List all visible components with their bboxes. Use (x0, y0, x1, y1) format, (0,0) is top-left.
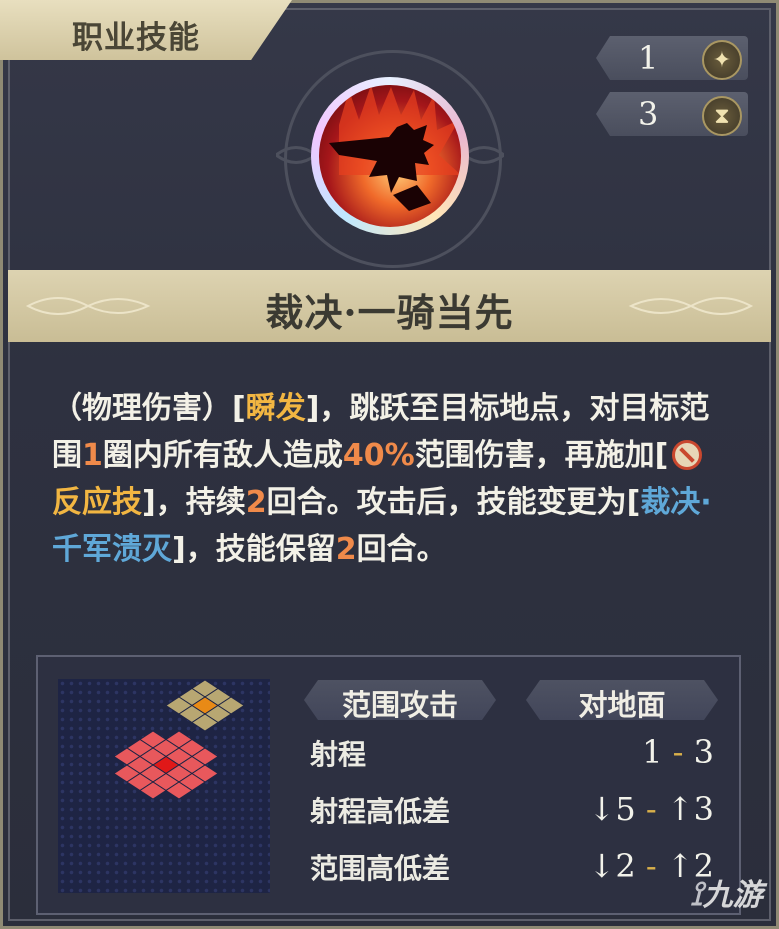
cooldown-value: 3 (638, 95, 659, 133)
skill-description: （物理伤害）[瞬发]，跳跃至目标地点，对目标范围1圈内所有敌人造成40%范围伤害… (52, 391, 712, 567)
tab-title: 职业技能 (72, 20, 200, 56)
skill-name-banner: 裁决·一骑当先 (8, 270, 771, 342)
row-range-height-label: 射程高低差 (310, 795, 451, 828)
skill-emblem[interactable] (311, 77, 469, 235)
cost-value: 1 (638, 39, 659, 77)
forbidden-icon (672, 440, 703, 470)
hourglass-icon: ⧗ (702, 96, 742, 136)
sparkle-icon: ✦ (702, 40, 742, 80)
tag-ground: 对地面 (526, 680, 718, 720)
row-range-label: 射程 (310, 738, 367, 771)
skill-name: 裁决·一骑当先 (265, 290, 514, 335)
row-area-height-label: 范围高低差 (310, 852, 451, 885)
keyword-reaction: 反应技 (52, 485, 142, 520)
row-range-value: 1 - 3 (642, 733, 714, 771)
cooldown-pill: 3 ⧗ (596, 92, 748, 136)
tag-area-attack: 范围攻击 (304, 680, 496, 720)
area-preview (58, 679, 270, 893)
knight-charge-icon (329, 85, 461, 211)
cost-pill: 1 ✦ (596, 36, 748, 80)
watermark-logo: ⟟九游 (690, 874, 763, 914)
keyword-instant: 瞬发 (245, 391, 306, 426)
row-range-height-value: ↓5 - ↑3 (588, 790, 715, 828)
